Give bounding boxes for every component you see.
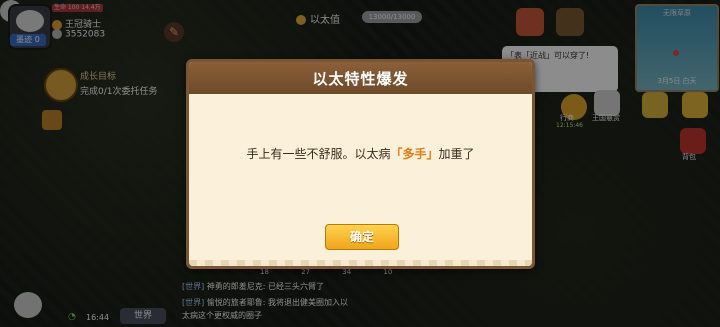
message-text: 手上有一些不舒服。以太病 xyxy=(246,147,391,161)
dialog-header: 以太特性爆发 xyxy=(189,62,532,94)
message-highlight: 「多手」 xyxy=(390,147,439,161)
ether-trait-dialog: 以太特性爆发 手上有一些不舒服。以太病「多手」加重了 确定 xyxy=(186,59,535,269)
dialog-footer-trim xyxy=(189,260,532,266)
message-text-end: 加重了 xyxy=(438,147,475,161)
dialog-title: 以太特性爆发 xyxy=(312,69,409,88)
dialog-body: 以太特性爆发 手上有一些不舒服。以太病「多手」加重了 确定 xyxy=(189,62,532,266)
game-scene: 墨迹 0 生命 100 14.4万 王冠骑士 3552083 ✎ 成长目标 完成… xyxy=(0,0,720,327)
confirm-button[interactable]: 确定 xyxy=(325,224,399,250)
dialog-message: 手上有一些不舒服。以太病「多手」加重了 xyxy=(189,145,532,162)
